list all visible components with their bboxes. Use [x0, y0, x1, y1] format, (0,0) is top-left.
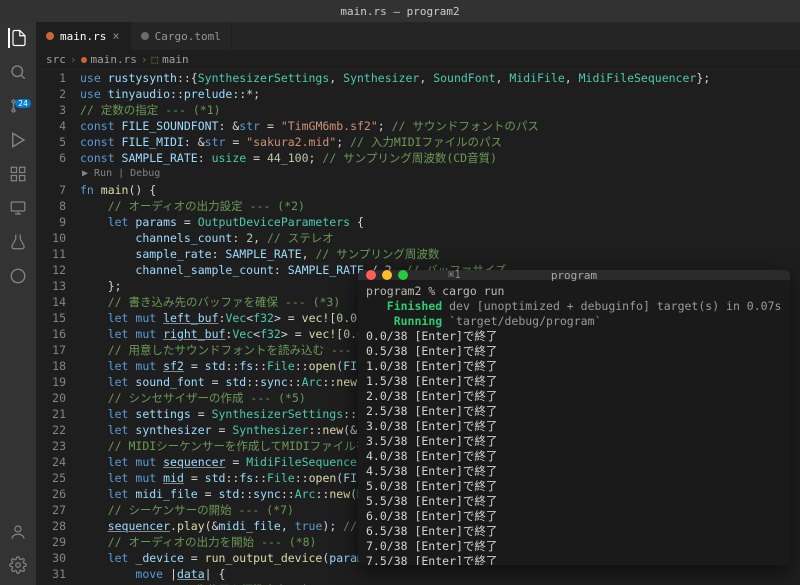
explorer-icon[interactable]: [8, 28, 28, 48]
line-number: 12: [36, 262, 66, 278]
code-line[interactable]: channels_count: 2, // ステレオ: [80, 230, 800, 246]
chevron-right-icon: ›: [70, 53, 77, 66]
terminal-window[interactable]: ⌘1 program program2 % cargo run Finished…: [358, 270, 790, 565]
chevron-right-icon: ›: [141, 53, 148, 66]
line-number: 23: [36, 438, 66, 454]
line-number: 26: [36, 486, 66, 502]
code-line[interactable]: // オーディオの出力設定 --- (*2): [80, 198, 800, 214]
window-title: main.rs — program2: [340, 5, 459, 18]
line-number: 15: [36, 310, 66, 326]
line-number: 5: [36, 134, 66, 150]
breadcrumb[interactable]: src › main.rs › ⬚ main: [36, 50, 800, 70]
line-number: 4: [36, 118, 66, 134]
tab-label: Cargo.toml: [155, 30, 221, 43]
breadcrumb-item[interactable]: main: [162, 53, 189, 66]
line-number: 30: [36, 550, 66, 566]
tab-cargo-toml[interactable]: Cargo.toml: [131, 22, 232, 50]
breadcrumb-item[interactable]: src: [46, 53, 66, 66]
line-number: 3: [36, 102, 66, 118]
outline-icon[interactable]: [8, 266, 28, 286]
code-line[interactable]: use tinyaudio::prelude::*;: [80, 86, 800, 102]
line-number: 13: [36, 278, 66, 294]
editor-tabs: main.rs × Cargo.toml: [36, 22, 800, 50]
line-number: 21: [36, 406, 66, 422]
code-line[interactable]: let params = OutputDeviceParameters {: [80, 214, 800, 230]
tab-label: main.rs: [60, 30, 106, 43]
code-line[interactable]: fn main() {: [80, 182, 800, 198]
terminal-titlebar[interactable]: ⌘1 program: [358, 270, 790, 280]
line-number: 18: [36, 358, 66, 374]
code-line[interactable]: const FILE_SOUNDFONT: &str = "TimGM6mb.s…: [80, 118, 800, 134]
rust-file-icon: [46, 32, 54, 40]
line-number: 8: [36, 198, 66, 214]
code-line[interactable]: const SAMPLE_RATE: usize = 44_100; // サン…: [80, 150, 800, 166]
line-number: 1: [36, 70, 66, 86]
line-number: 29: [36, 534, 66, 550]
toml-file-icon: [141, 32, 149, 40]
source-control-icon[interactable]: 24: [8, 96, 28, 116]
line-number: 16: [36, 326, 66, 342]
line-number: 2: [36, 86, 66, 102]
run-debug-icon[interactable]: [8, 130, 28, 150]
code-line[interactable]: use rustysynth::{SynthesizerSettings, Sy…: [80, 70, 800, 86]
breadcrumb-item[interactable]: main.rs: [91, 53, 137, 66]
remote-icon[interactable]: [8, 198, 28, 218]
window-titlebar: main.rs — program2: [0, 0, 800, 22]
rust-file-icon: [81, 57, 87, 63]
code-line[interactable]: const FILE_MIDI: &str = "sakura2.mid"; /…: [80, 134, 800, 150]
activity-bar: 24: [0, 22, 36, 585]
settings-gear-icon[interactable]: [9, 556, 27, 577]
code-line[interactable]: // 定数の指定 --- (*1): [80, 102, 800, 118]
line-number: 7: [36, 182, 66, 198]
codelens-run-debug[interactable]: ▶ Run | Debug: [80, 166, 800, 182]
testing-icon[interactable]: [8, 232, 28, 252]
close-icon[interactable]: ×: [112, 29, 119, 43]
terminal-title: program: [358, 270, 790, 282]
line-number: 10: [36, 230, 66, 246]
symbol-function-icon: ⬚: [151, 53, 158, 66]
line-number: 6: [36, 150, 66, 166]
line-number: 31: [36, 566, 66, 582]
line-number: 9: [36, 214, 66, 230]
scm-badge: 24: [15, 99, 31, 108]
search-icon[interactable]: [8, 62, 28, 82]
line-number: 24: [36, 454, 66, 470]
tab-main-rs[interactable]: main.rs ×: [36, 22, 131, 50]
terminal-body[interactable]: program2 % cargo run Finished dev [unopt…: [358, 280, 790, 565]
accounts-icon[interactable]: [9, 523, 27, 544]
line-number-gutter: 1234567891011121314151617181920212223242…: [36, 70, 80, 585]
line-number: 28: [36, 518, 66, 534]
extensions-icon[interactable]: [8, 164, 28, 184]
code-line[interactable]: move |data| {: [80, 566, 800, 582]
line-number: 25: [36, 470, 66, 486]
line-number: 20: [36, 390, 66, 406]
line-number: 19: [36, 374, 66, 390]
line-number: 27: [36, 502, 66, 518]
line-number: 14: [36, 294, 66, 310]
code-line[interactable]: sample_rate: SAMPLE_RATE, // サンプリング周波数: [80, 246, 800, 262]
line-number: 17: [36, 342, 66, 358]
line-number: 11: [36, 246, 66, 262]
line-number: 22: [36, 422, 66, 438]
